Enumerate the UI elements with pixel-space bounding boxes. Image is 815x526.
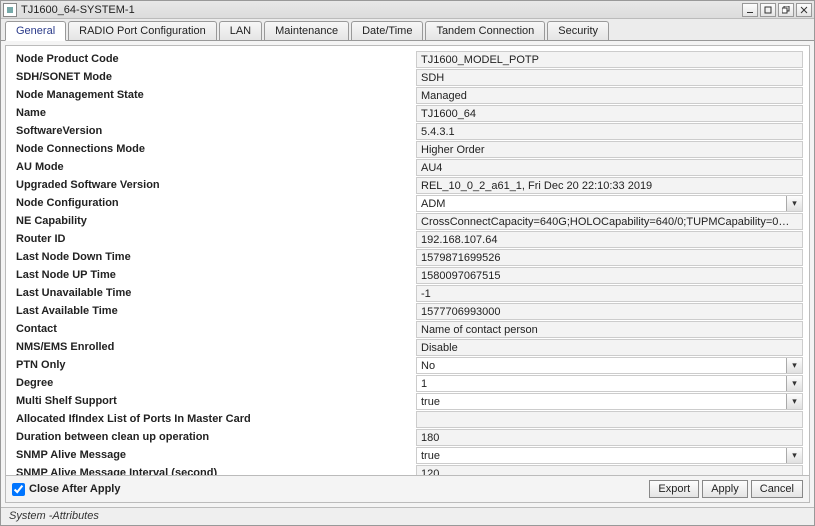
- attribute-label: Contact: [16, 323, 416, 335]
- attribute-label: Last Unavailable Time: [16, 287, 416, 299]
- attribute-label: Multi Shelf Support: [16, 395, 416, 407]
- attribute-row: Last Node Down Time1579871699526: [16, 248, 803, 266]
- maximize-button[interactable]: [760, 3, 776, 17]
- attribute-value[interactable]: Higher Order: [416, 141, 803, 158]
- attribute-select[interactable]: true: [416, 447, 803, 464]
- attribute-select[interactable]: true: [416, 393, 803, 410]
- attribute-label: Upgraded Software Version: [16, 179, 416, 191]
- attribute-row: Last Available Time1577706993000: [16, 302, 803, 320]
- attribute-row: Last Unavailable Time-1: [16, 284, 803, 302]
- tab-maintenance[interactable]: Maintenance: [264, 21, 349, 40]
- attribute-value[interactable]: 1579871699526: [416, 249, 803, 266]
- attribute-value[interactable]: 1577706993000: [416, 303, 803, 320]
- close-after-apply-input[interactable]: [12, 483, 25, 496]
- close-after-apply-checkbox[interactable]: Close After Apply: [12, 483, 646, 496]
- tab-security[interactable]: Security: [547, 21, 609, 40]
- attribute-row: PTN OnlyNo: [16, 356, 803, 374]
- attribute-label: NE Capability: [16, 215, 416, 227]
- attribute-row: Node Product CodeTJ1600_MODEL_POTP: [16, 50, 803, 68]
- attribute-value[interactable]: Disable: [416, 339, 803, 356]
- attribute-label: Last Available Time: [16, 305, 416, 317]
- attribute-row: Degree1: [16, 374, 803, 392]
- attribute-label: Node Management State: [16, 89, 416, 101]
- attribute-value[interactable]: CrossConnectCapacity=640G;HOLOCapability…: [416, 213, 803, 230]
- attribute-value[interactable]: 180: [416, 429, 803, 446]
- attribute-label: Node Product Code: [16, 53, 416, 65]
- window-icon: [3, 3, 17, 17]
- attribute-label: SDH/SONET Mode: [16, 71, 416, 83]
- attribute-row: Router ID192.168.107.64: [16, 230, 803, 248]
- attribute-label: Last Node Down Time: [16, 251, 416, 263]
- attribute-label: AU Mode: [16, 161, 416, 173]
- attribute-value[interactable]: 192.168.107.64: [416, 231, 803, 248]
- attribute-label: SoftwareVersion: [16, 125, 416, 137]
- attribute-value[interactable]: 5.4.3.1: [416, 123, 803, 140]
- attribute-row: Node Management StateManaged: [16, 86, 803, 104]
- export-button[interactable]: Export: [649, 480, 699, 498]
- attribute-label: Node Connections Mode: [16, 143, 416, 155]
- attribute-row: NameTJ1600_64: [16, 104, 803, 122]
- attribute-label: Name: [16, 107, 416, 119]
- attribute-value[interactable]: 1580097067515: [416, 267, 803, 284]
- restore-button[interactable]: [778, 3, 794, 17]
- attribute-row: NE CapabilityCrossConnectCapacity=640G;H…: [16, 212, 803, 230]
- attribute-row: ContactName of contact person: [16, 320, 803, 338]
- footer: Close After Apply Export Apply Cancel: [6, 475, 809, 502]
- minimize-button[interactable]: [742, 3, 758, 17]
- attribute-label: Duration between clean up operation: [16, 431, 416, 443]
- attribute-label: SNMP Alive Message: [16, 449, 416, 461]
- titlebar: TJ1600_64-SYSTEM-1: [1, 1, 814, 19]
- close-after-apply-label: Close After Apply: [29, 483, 120, 495]
- tab-general[interactable]: General: [5, 21, 66, 41]
- tab-lan[interactable]: LAN: [219, 21, 262, 40]
- attribute-value[interactable]: [416, 411, 803, 428]
- attribute-value[interactable]: AU4: [416, 159, 803, 176]
- close-button[interactable]: [796, 3, 812, 17]
- attribute-label: Node Configuration: [16, 197, 416, 209]
- attribute-label: SNMP Alive Message Interval (second): [16, 467, 416, 475]
- attribute-select[interactable]: ADM: [416, 195, 803, 212]
- tab-tandem-connection[interactable]: Tandem Connection: [425, 21, 545, 40]
- attribute-value[interactable]: TJ1600_64: [416, 105, 803, 122]
- attribute-label: Router ID: [16, 233, 416, 245]
- attribute-row: Node Connections ModeHigher Order: [16, 140, 803, 158]
- attribute-row: Allocated IfIndex List of Ports In Maste…: [16, 410, 803, 428]
- attribute-row: SNMP Alive Message Interval (second)120: [16, 464, 803, 475]
- attribute-row: SoftwareVersion5.4.3.1: [16, 122, 803, 140]
- tab-date-time[interactable]: Date/Time: [351, 21, 423, 40]
- window: TJ1600_64-SYSTEM-1 GeneralRADIO Port Con…: [0, 0, 815, 526]
- attribute-value[interactable]: SDH: [416, 69, 803, 86]
- attribute-value[interactable]: Name of contact person: [416, 321, 803, 338]
- attribute-row: Last Node UP Time1580097067515: [16, 266, 803, 284]
- attribute-row: Upgraded Software VersionREL_10_0_2_a61_…: [16, 176, 803, 194]
- attribute-select[interactable]: No: [416, 357, 803, 374]
- content-panel: Node Product CodeTJ1600_MODEL_POTPSDH/SO…: [5, 45, 810, 503]
- cancel-button[interactable]: Cancel: [751, 480, 803, 498]
- attribute-select[interactable]: 1: [416, 375, 803, 392]
- window-title: TJ1600_64-SYSTEM-1: [21, 4, 740, 16]
- attribute-row: SNMP Alive Messagetrue: [16, 446, 803, 464]
- attribute-row: Multi Shelf Supporttrue: [16, 392, 803, 410]
- attribute-label: PTN Only: [16, 359, 416, 371]
- attribute-value[interactable]: REL_10_0_2_a61_1, Fri Dec 20 22:10:33 20…: [416, 177, 803, 194]
- tab-bar: GeneralRADIO Port ConfigurationLANMainte…: [1, 19, 814, 41]
- attribute-value[interactable]: Managed: [416, 87, 803, 104]
- attribute-label: Degree: [16, 377, 416, 389]
- apply-button[interactable]: Apply: [702, 480, 748, 498]
- attribute-label: Last Node UP Time: [16, 269, 416, 281]
- status-bar: System -Attributes: [1, 507, 814, 525]
- attribute-row: SDH/SONET ModeSDH: [16, 68, 803, 86]
- attribute-row: AU ModeAU4: [16, 158, 803, 176]
- attribute-value[interactable]: 120: [416, 465, 803, 476]
- attribute-row: Duration between clean up operation180: [16, 428, 803, 446]
- attribute-value[interactable]: -1: [416, 285, 803, 302]
- attribute-row: Node ConfigurationADM: [16, 194, 803, 212]
- attribute-value[interactable]: TJ1600_MODEL_POTP: [416, 51, 803, 68]
- attribute-label: Allocated IfIndex List of Ports In Maste…: [16, 413, 416, 425]
- attribute-row: NMS/EMS EnrolledDisable: [16, 338, 803, 356]
- tab-radio-port-configuration[interactable]: RADIO Port Configuration: [68, 21, 217, 40]
- attributes-list[interactable]: Node Product CodeTJ1600_MODEL_POTPSDH/SO…: [6, 46, 809, 475]
- attribute-label: NMS/EMS Enrolled: [16, 341, 416, 353]
